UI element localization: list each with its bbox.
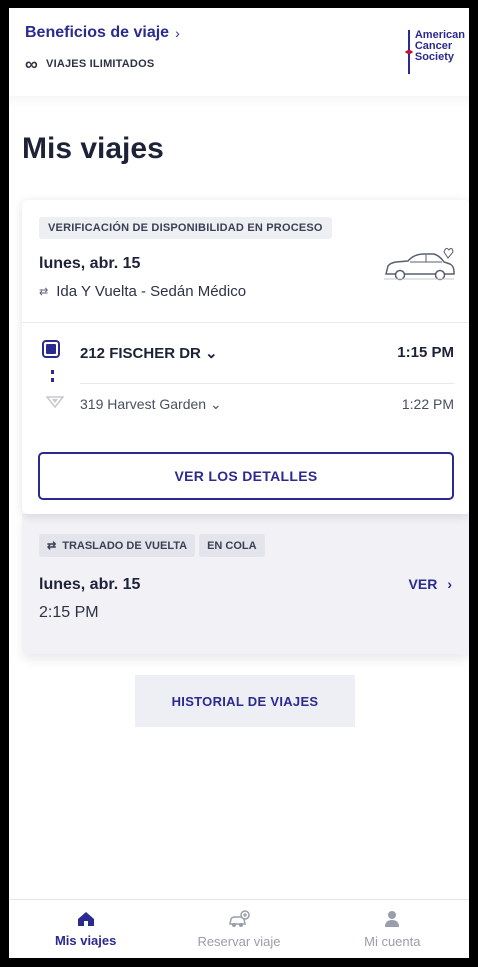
chevron-right-icon: ›	[175, 25, 180, 41]
home-icon	[77, 911, 94, 926]
app-screen: Beneficios de viaje › ∞ VIAJES ILIMITADO…	[9, 8, 469, 958]
tab-label: Mi cuenta	[364, 933, 421, 949]
dropoff-marker-icon	[46, 396, 64, 408]
view-details-button[interactable]: VER LOS DETALLES	[38, 452, 454, 500]
trip-type-label: Ida Y Vuelta - Sedán Médico	[56, 283, 247, 300]
unlimited-trips: ∞ VIAJES ILIMITADOS	[25, 54, 155, 74]
page-title: Mis viajes	[22, 132, 164, 165]
pickup-address-label: 212 FISCHER DR	[80, 345, 201, 362]
return-time: 2:15 PM	[39, 604, 99, 621]
person-icon	[385, 910, 400, 927]
dropoff-address[interactable]: 319 Harvest Garden ⌄	[80, 396, 222, 413]
return-trip-card[interactable]: ⇄ TRASLADO DE VUELTA EN COLA lunes, abr.…	[22, 514, 469, 654]
pickup-time: 1:15 PM	[397, 344, 454, 361]
infinity-icon: ∞	[25, 54, 39, 74]
tab-my-account[interactable]: Mi cuenta	[316, 900, 469, 958]
acs-logo: American Cancer Society	[404, 30, 465, 74]
divider	[22, 322, 469, 323]
tab-label: Reservar viaje	[197, 933, 281, 949]
benefits-label: Beneficios de viaje	[25, 24, 170, 41]
trip-date: lunes, abr. 15	[39, 255, 141, 272]
dropoff-address-label: 319 Harvest Garden	[80, 396, 207, 412]
view-label: VER	[408, 576, 438, 592]
tab-label: Mis viajes	[54, 932, 117, 948]
trip-history-button[interactable]: HISTORIAL DE VIAJES	[135, 675, 355, 727]
benefits-link[interactable]: Beneficios de viaje ›	[25, 24, 180, 42]
return-type-badge: ⇄ TRASLADO DE VUELTA	[39, 534, 196, 557]
tab-book-trip[interactable]: Reservar viaje	[162, 900, 315, 958]
chevron-down-icon: ⌄	[205, 345, 218, 362]
car-icon	[384, 247, 455, 281]
header-shadow	[9, 96, 469, 108]
pickup-square-icon	[42, 340, 60, 358]
pickup-address[interactable]: 212 FISCHER DR ⌄	[80, 344, 218, 362]
trips-group: VERIFICACIÓN DE DISPONIBILIDAD EN PROCES…	[22, 200, 469, 654]
return-badges: ⇄ TRASLADO DE VUELTA EN COLA	[39, 534, 265, 557]
round-trip-icon: ⇄	[39, 286, 49, 298]
unlimited-label: VIAJES ILIMITADOS	[46, 58, 155, 70]
chevron-right-icon: ›	[447, 576, 452, 592]
return-date: lunes, abr. 15	[39, 576, 141, 593]
header: Beneficios de viaje › ∞ VIAJES ILIMITADO…	[9, 8, 469, 96]
queue-badge: EN COLA	[199, 534, 265, 557]
tab-my-trips[interactable]: Mis viajes	[9, 900, 162, 958]
return-type-label: TRASLADO DE VUELTA	[62, 539, 188, 552]
car-add-icon	[229, 909, 250, 927]
status-badge: VERIFICACIÓN DE DISPONIBILIDAD EN PROCES…	[39, 217, 332, 239]
chevron-down-icon: ⌄	[209, 396, 222, 412]
route-dots	[51, 370, 55, 386]
stop-divider	[80, 383, 454, 384]
trip-type: ⇄ Ida Y Vuelta - Sedán Médico	[39, 283, 246, 300]
view-return-link[interactable]: VER ›	[409, 576, 452, 592]
logo-line-3: Society	[414, 51, 454, 63]
round-trip-icon: ⇄	[47, 540, 57, 552]
pickup-marker	[42, 340, 60, 358]
sword-icon	[404, 30, 413, 74]
bottom-tab-bar: Mis viajes Reservar viaje Mi cuenta	[9, 899, 469, 958]
dropoff-time: 1:22 PM	[401, 396, 454, 412]
trip-card: VERIFICACIÓN DE DISPONIBILIDAD EN PROCES…	[22, 200, 469, 514]
